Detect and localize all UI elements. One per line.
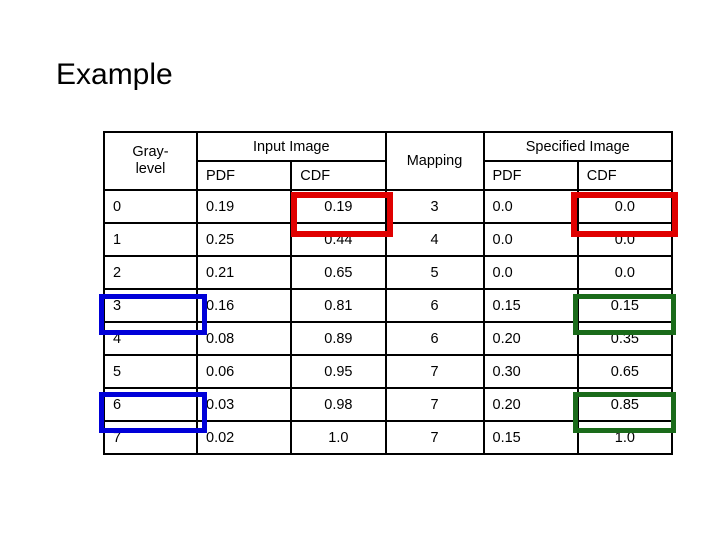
cell-specified-cdf: 0.15 [576,288,674,323]
cell-specified-cdf: 0.35 [576,321,674,356]
cell-input-cdf: 0.65 [290,255,387,290]
cell-specified-pdf: 0.0 [482,222,579,257]
histogram-specification-table: Gray- level Input Image Mapping Specifie… [103,131,674,455]
cell-mapping: 7 [384,354,485,389]
cell-specified-pdf: 0.20 [482,387,579,422]
cell-input-pdf: 0.19 [195,189,293,224]
cell-mapping: 3 [384,189,485,224]
table-row: 6 0.03 0.98 7 0.20 0.85 [103,387,674,422]
cell-specified-pdf: 0.15 [482,420,579,455]
cell-mapping: 7 [384,420,485,455]
cell-specified-cdf: 0.85 [576,387,674,422]
cell-gray-level: 7 [103,420,198,455]
table-header: Gray- level Input Image Mapping Specifie… [103,131,674,191]
cell-mapping: 6 [384,288,485,323]
header-gray-level: Gray- level [103,131,198,191]
table-row: 0 0.19 0.19 3 0.0 0.0 [103,189,674,224]
cell-gray-level: 6 [103,387,198,422]
cell-input-pdf: 0.06 [195,354,293,389]
cell-input-pdf: 0.21 [195,255,293,290]
cell-mapping: 7 [384,387,485,422]
cell-mapping: 4 [384,222,485,257]
header-input-image: Input Image [196,131,387,162]
cell-specified-pdf: 0.0 [482,255,579,290]
cell-specified-cdf: 0.0 [576,255,674,290]
slide-canvas: Example Gray- level Input Image Mapping … [0,0,720,540]
cell-mapping: 5 [384,255,485,290]
header-input-cdf: CDF [290,160,387,191]
header-gray-level-line2: level [135,161,166,177]
header-specified-cdf: CDF [576,160,674,191]
cell-input-cdf: 0.95 [290,354,387,389]
cell-gray-level: 0 [103,189,198,224]
cell-input-cdf: 1.0 [290,420,387,455]
cell-input-cdf: 0.89 [290,321,387,356]
cell-input-pdf: 0.25 [195,222,293,257]
cell-specified-cdf: 0.0 [576,222,674,257]
cell-input-cdf: 0.98 [290,387,387,422]
cell-specified-cdf: 0.65 [576,354,674,389]
cell-gray-level: 5 [103,354,198,389]
cell-input-cdf: 0.44 [290,222,387,257]
cell-input-pdf: 0.03 [195,387,293,422]
cell-gray-level: 1 [103,222,198,257]
cell-input-pdf: 0.08 [195,321,293,356]
table-row: 4 0.08 0.89 6 0.20 0.35 [103,321,674,356]
cell-gray-level: 3 [103,288,198,323]
header-row-top: Gray- level Input Image Mapping Specifie… [103,131,673,191]
cell-input-pdf: 0.02 [195,420,293,455]
cell-specified-cdf: 1.0 [576,420,674,455]
cell-gray-level: 4 [103,321,198,356]
cell-specified-pdf: 0.30 [482,354,579,389]
table-body: 0 0.19 0.19 3 0.0 0.0 1 0.25 0.44 4 0.0 … [103,189,674,455]
table-row: 7 0.02 1.0 7 0.15 1.0 [103,420,674,455]
table-row: 5 0.06 0.95 7 0.30 0.65 [103,354,674,389]
cell-input-cdf: 0.81 [290,288,387,323]
header-input-pdf: PDF [195,160,293,191]
table-row: 1 0.25 0.44 4 0.0 0.0 [103,222,674,257]
cell-mapping: 6 [384,321,485,356]
cell-specified-cdf: 0.0 [576,189,674,224]
table-row: 2 0.21 0.65 5 0.0 0.0 [103,255,674,290]
table-row: 3 0.16 0.81 6 0.15 0.15 [103,288,674,323]
cell-input-pdf: 0.16 [195,288,293,323]
cell-specified-pdf: 0.0 [482,189,579,224]
header-specified-pdf: PDF [482,160,579,191]
header-specified-image: Specified Image [482,131,673,162]
cell-specified-pdf: 0.20 [482,321,579,356]
cell-specified-pdf: 0.15 [482,288,579,323]
cell-gray-level: 2 [103,255,198,290]
header-gray-level-line1: Gray- [132,144,169,161]
cell-input-cdf: 0.19 [290,189,387,224]
header-mapping: Mapping [384,131,485,191]
page-title: Example [56,58,173,91]
